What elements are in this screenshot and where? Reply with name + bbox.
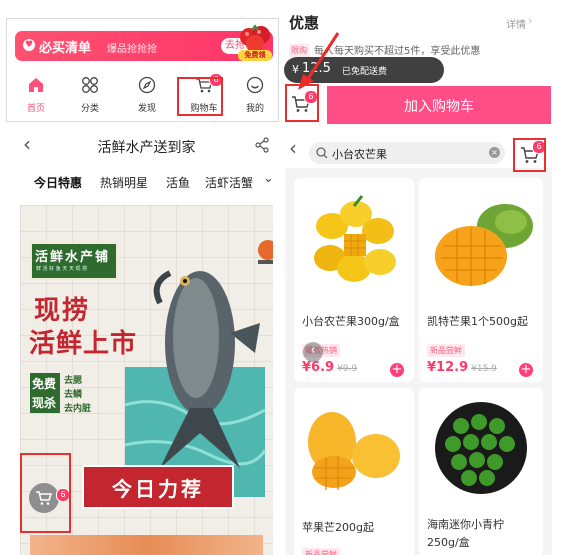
mango-image (435, 204, 533, 286)
compass-icon (138, 76, 156, 94)
poster-headline-2: 活鲜上市 (29, 329, 138, 359)
search-cart-highlight (513, 138, 546, 172)
product-name: 凯特芒果1个500g起 (427, 315, 528, 328)
recommend-banner: 今日力荐 (82, 465, 234, 509)
product-tag: 新品尝鲜 (427, 344, 465, 357)
product-card[interactable]: 凯特芒果1个500g起 新品尝鲜 ¥12.9 ¥15.9 + (419, 178, 543, 382)
add-to-cart-label: 加入购物车 (404, 99, 474, 115)
product-name: 苹果芒200g起 (302, 521, 374, 534)
free-kill-line-2: 现杀 (32, 396, 57, 410)
store-title: 活鲜水产送到家 (97, 140, 196, 156)
search-query: 小台农芒果 (332, 148, 387, 161)
promo-details-link[interactable]: 详情 (506, 16, 526, 31)
grid-icon (82, 77, 98, 93)
floating-cart-highlight (20, 453, 71, 533)
product-panel: 优惠 详情 › 限购 每人每天购买不超过5件，享受此优惠 ¥ 12.5 已免配送… (284, 0, 551, 127)
category-tabs: 今日特惠 热销明星 活鱼 活虾活蟹 ⌄ (14, 171, 279, 196)
smile-icon (246, 76, 264, 94)
pointer-arrow (298, 32, 340, 90)
product-original-price: ¥15.9 (471, 364, 497, 374)
free-claim-label: 免费领 (238, 50, 272, 61)
product-price: ¥6.9 ¥9.9 (302, 360, 357, 375)
tab-mine[interactable]: 我的 (228, 71, 278, 121)
tab-today-deals[interactable]: 今日特惠 (34, 174, 82, 191)
sign-title: 活鲜水产铺 (35, 250, 111, 265)
tab-home-label: 首页 (26, 104, 45, 114)
product-price-value: ¥12.9 (427, 360, 469, 375)
mango-image (308, 412, 400, 490)
product-tag: 新品尝鲜 (302, 548, 340, 555)
shrimp-strip (30, 535, 263, 555)
tab-mine-label: 我的 (245, 104, 264, 114)
free-kill-box: 免费 现杀 (30, 373, 60, 413)
tab-category[interactable]: 分类 (63, 71, 117, 121)
mango-image (314, 195, 396, 282)
cart-highlight (285, 84, 319, 122)
cart-tab-highlight (177, 77, 223, 116)
clear-icon[interactable]: × (489, 147, 500, 158)
store-sign: 活鲜水产铺 鲜 活 好 鱼 天 天 现 捞 (30, 242, 118, 280)
search-panel: ‹ 小台农芒果 × 6 小台农芒果300g/盒 爆款热销 ¥6.9 ¥9.9 + … (285, 128, 552, 555)
add-to-cart-plus-button[interactable]: + (519, 363, 533, 377)
tab-live-fish[interactable]: 活鱼 (166, 174, 190, 191)
recommend-banner-text: 今日力荐 (112, 477, 204, 501)
heart-icon: ♥ (23, 39, 35, 51)
back-icon[interactable]: ‹ (289, 136, 297, 160)
tab-discover-label: 发现 (137, 104, 156, 114)
home-panel: ♥ 必买清单 爆品抢抢抢 去抢 免费领 首页 分类 发现 6 购物车 我的 (6, 18, 279, 122)
share-icon[interactable] (254, 137, 270, 153)
fish-image (153, 270, 260, 468)
add-to-cart-plus-button[interactable]: + (390, 363, 404, 377)
tomato-promo-sticker[interactable]: 免费领 (235, 22, 275, 62)
product-card[interactable]: 海南迷你小青柠 250g/盒 (419, 388, 543, 555)
tab-shrimp-crab[interactable]: 活虾活蟹 (205, 174, 253, 191)
product-name: 海南迷你小青柠 (427, 518, 504, 531)
search-input[interactable]: 小台农芒果 × (309, 142, 505, 164)
banner-subtitle: 爆品抢抢抢 (107, 44, 157, 55)
chevron-down-icon[interactable]: ⌄ (263, 171, 274, 186)
home-icon (29, 78, 43, 92)
lime-image (435, 402, 527, 494)
bottom-tab-bar: 首页 分类 发现 6 购物车 我的 (7, 71, 278, 121)
shipping-text: 已免配送费 (342, 67, 388, 77)
service-gut: 去内脏 (64, 404, 92, 414)
product-name-line-2: 250g/盒 (427, 536, 470, 549)
free-kill-line-1: 免费 (32, 377, 57, 391)
tab-hot-stars[interactable]: 热销明星 (100, 174, 148, 191)
service-scale: 去鳞 (64, 390, 83, 400)
product-original-price: ¥9.9 (337, 364, 358, 374)
poster-headline-1: 现捞 (34, 296, 91, 326)
search-icon (316, 147, 328, 159)
scroll-left-button[interactable]: ‹ (303, 342, 323, 362)
banner-title: 必买清单 (39, 41, 92, 56)
product-card[interactable]: 苹果芒200g起 新品尝鲜 (294, 388, 414, 555)
tab-discover[interactable]: 发现 (120, 71, 174, 121)
tab-category-label: 分类 (80, 104, 99, 114)
add-to-cart-button[interactable]: 加入购物车 (327, 86, 551, 124)
service-gill: 去腮 (64, 376, 83, 386)
product-name: 小台农芒果300g/盒 (302, 315, 400, 328)
sign-subtitle: 鲜 活 好 鱼 天 天 现 捞 (36, 266, 88, 272)
product-price-value: ¥6.9 (302, 360, 335, 375)
chevron-right-icon: › (528, 14, 533, 27)
product-price: ¥12.9 ¥15.9 (427, 360, 497, 375)
tab-home[interactable]: 首页 (9, 71, 63, 121)
